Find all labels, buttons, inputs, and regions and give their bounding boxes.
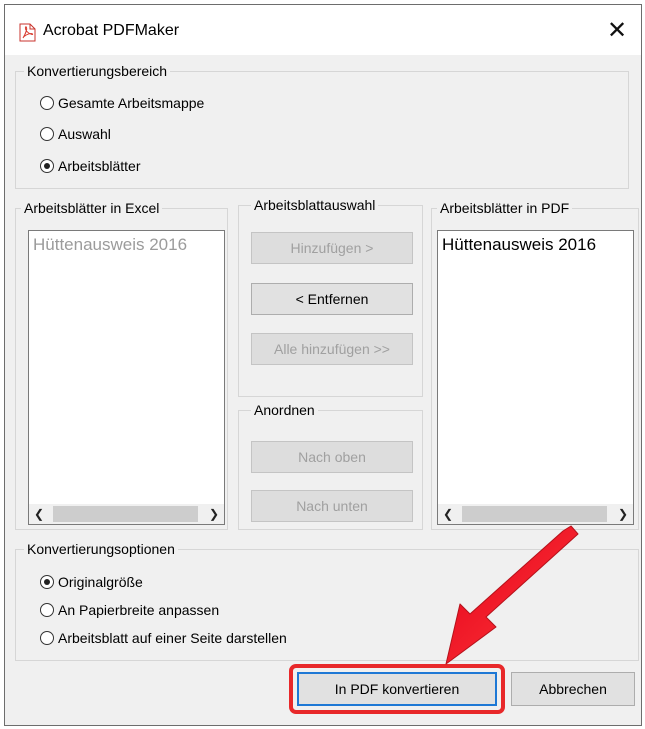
scroll-left-icon[interactable]: ❮ [438, 504, 458, 524]
radio-circle[interactable] [40, 631, 54, 645]
title-bar: Acrobat PDFMaker ✕ [5, 5, 641, 55]
radio-circle-checked[interactable] [40, 575, 54, 589]
radio-worksheets[interactable]: Arbeitsblätter [40, 158, 140, 174]
acrobat-icon [19, 23, 36, 42]
conversion-options-legend: Konvertierungsoptionen [24, 541, 178, 557]
radio-selection[interactable]: Auswahl [40, 126, 111, 142]
pdf-sheets-list[interactable]: Hüttenausweis 2016 ❮ ❯ [437, 230, 634, 525]
pdf-sheets-group: Arbeitsblätter in PDF Hüttenausweis 2016… [431, 200, 639, 530]
radio-fit-one-page[interactable]: Arbeitsblatt auf einer Seite darstellen [40, 630, 287, 646]
radio-label: Arbeitsblatt auf einer Seite darstellen [58, 630, 287, 646]
close-button[interactable]: ✕ [601, 15, 633, 47]
arrange-group: Anordnen Nach oben Nach unten [238, 402, 423, 530]
sheet-selection-legend: Arbeitsblattauswahl [251, 197, 379, 213]
scroll-thumb[interactable] [462, 506, 607, 522]
cancel-button[interactable]: Abbrechen [511, 672, 635, 706]
excel-sheets-list[interactable]: Hüttenausweis 2016 ❮ ❯ [28, 230, 225, 525]
radio-circle[interactable] [40, 603, 54, 617]
list-item[interactable]: Hüttenausweis 2016 [33, 235, 187, 255]
list-item[interactable]: Hüttenausweis 2016 [442, 235, 596, 255]
radio-whole-workbook[interactable]: Gesamte Arbeitsmappe [40, 95, 204, 111]
radio-circle-checked[interactable] [40, 159, 54, 173]
annotation-highlight-box [289, 664, 505, 714]
radio-original-size[interactable]: Originalgröße [40, 574, 143, 590]
radio-fit-paper-width[interactable]: An Papierbreite anpassen [40, 602, 219, 618]
radio-circle[interactable] [40, 127, 54, 141]
close-icon: ✕ [606, 17, 628, 44]
range-group-legend: Konvertierungsbereich [24, 63, 171, 79]
horizontal-scrollbar[interactable]: ❮ ❯ [438, 504, 633, 524]
excel-sheets-label: Arbeitsblätter in Excel [21, 200, 163, 216]
add-button[interactable]: Hinzufügen > [251, 232, 413, 264]
radio-label: Originalgröße [58, 574, 143, 590]
remove-button[interactable]: < Entfernen [251, 283, 413, 315]
pdf-sheets-label: Arbeitsblätter in PDF [437, 200, 573, 216]
conversion-options-group: Konvertierungsoptionen Originalgröße An … [15, 541, 639, 661]
scroll-right-icon[interactable]: ❯ [613, 504, 633, 524]
move-down-button[interactable]: Nach unten [251, 490, 413, 522]
scroll-left-icon[interactable]: ❮ [29, 504, 49, 524]
sheet-selection-group: Arbeitsblattauswahl Hinzufügen > < Entfe… [238, 197, 423, 397]
range-group: Konvertierungsbereich Gesamte Arbeitsmap… [15, 63, 629, 189]
arrange-legend: Anordnen [251, 402, 318, 418]
add-all-button[interactable]: Alle hinzufügen >> [251, 333, 413, 365]
horizontal-scrollbar[interactable]: ❮ ❯ [29, 504, 224, 524]
scroll-right-icon[interactable]: ❯ [204, 504, 224, 524]
radio-label: An Papierbreite anpassen [58, 602, 220, 618]
radio-circle[interactable] [40, 96, 54, 110]
dialog-window: Acrobat PDFMaker ✕ Konvertierungsbereich… [4, 4, 642, 726]
radio-label: Gesamte Arbeitsmappe [58, 95, 205, 111]
window-title: Acrobat PDFMaker [43, 22, 180, 39]
radio-label: Arbeitsblätter [58, 158, 141, 174]
move-up-button[interactable]: Nach oben [251, 441, 413, 473]
excel-sheets-group: Arbeitsblätter in Excel Hüttenausweis 20… [15, 200, 228, 530]
scroll-thumb[interactable] [53, 506, 198, 522]
radio-label: Auswahl [58, 126, 111, 142]
